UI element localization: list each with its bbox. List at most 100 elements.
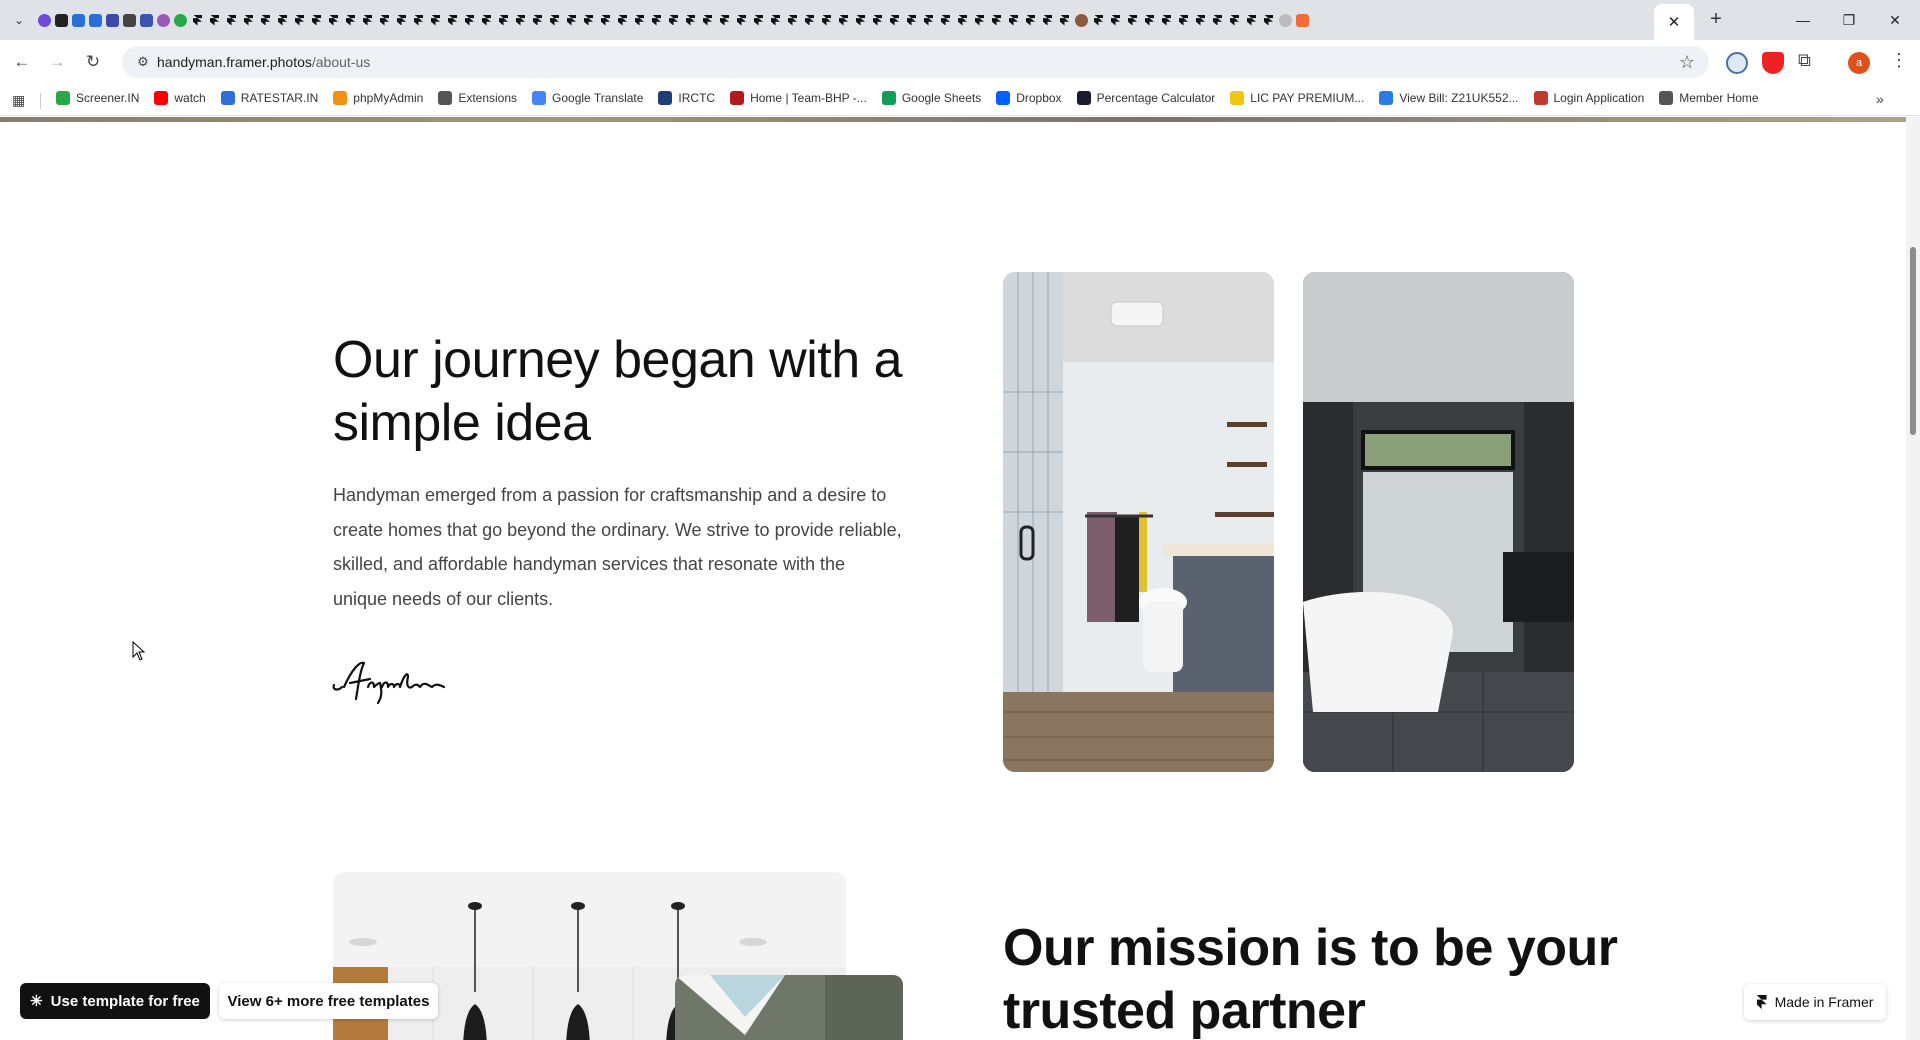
- framer-tab[interactable]: [716, 9, 733, 31]
- use-template-button[interactable]: ✳ Use template for free: [20, 983, 210, 1019]
- bookmark-item[interactable]: Dropbox: [996, 91, 1062, 105]
- framer-tab[interactable]: [852, 9, 869, 31]
- framer-tab[interactable]: [427, 9, 444, 31]
- framer-tab[interactable]: [937, 9, 954, 31]
- tab-favicon[interactable]: [36, 9, 53, 31]
- new-tab-button[interactable]: +: [1704, 8, 1728, 32]
- framer-tab[interactable]: [1158, 9, 1175, 31]
- tab-favicon[interactable]: [53, 9, 70, 31]
- framer-tab[interactable]: [563, 9, 580, 31]
- globe-tab[interactable]: [1277, 9, 1294, 31]
- framer-tab[interactable]: [1209, 9, 1226, 31]
- restore-button[interactable]: ❐: [1826, 8, 1872, 32]
- framer-tab[interactable]: [444, 9, 461, 31]
- tab-favicon[interactable]: [155, 9, 172, 31]
- framer-tab[interactable]: [1022, 9, 1039, 31]
- bookmark-item[interactable]: Google Translate: [532, 91, 643, 105]
- tab-favicon[interactable]: [1294, 9, 1311, 31]
- made-in-framer-badge[interactable]: Made in Framer: [1744, 984, 1886, 1020]
- framer-tab[interactable]: [954, 9, 971, 31]
- framer-tab[interactable]: [648, 9, 665, 31]
- bookmark-item[interactable]: Percentage Calculator: [1076, 91, 1215, 105]
- framer-tab[interactable]: [189, 9, 206, 31]
- framer-tab[interactable]: [733, 9, 750, 31]
- forward-icon[interactable]: →: [45, 50, 69, 74]
- bookmark-item[interactable]: Home | Team-BHP -...: [730, 91, 867, 105]
- framer-tab[interactable]: [308, 9, 325, 31]
- bookmark-item[interactable]: watch: [154, 91, 206, 105]
- bookmark-item[interactable]: Login Application: [1533, 91, 1644, 105]
- framer-tab[interactable]: [597, 9, 614, 31]
- framer-tab[interactable]: [580, 9, 597, 31]
- framer-tab[interactable]: [886, 9, 903, 31]
- framer-tab[interactable]: [291, 9, 308, 31]
- framer-tab[interactable]: [495, 9, 512, 31]
- tab-favicon[interactable]: [172, 9, 189, 31]
- framer-tab[interactable]: [920, 9, 937, 31]
- framer-tab[interactable]: [1039, 9, 1056, 31]
- framer-tab[interactable]: [869, 9, 886, 31]
- apps-grid-icon[interactable]: ▦: [12, 92, 28, 108]
- framer-tab[interactable]: [1005, 9, 1022, 31]
- profile-avatar[interactable]: a: [1848, 52, 1870, 74]
- tab-search-icon[interactable]: ⌄: [8, 10, 30, 30]
- close-tab-icon[interactable]: ✕: [1668, 13, 1681, 31]
- framer-tab[interactable]: [376, 9, 393, 31]
- framer-tab[interactable]: [240, 9, 257, 31]
- bookmark-item[interactable]: IRCTC: [658, 91, 715, 105]
- bookmark-star-icon[interactable]: ☆: [1679, 52, 1695, 73]
- framer-tab[interactable]: [325, 9, 342, 31]
- framer-tab[interactable]: [1056, 9, 1073, 31]
- bookmark-item[interactable]: Screener.IN: [56, 91, 139, 105]
- framer-tab[interactable]: [631, 9, 648, 31]
- minimize-button[interactable]: —: [1780, 8, 1826, 32]
- framer-tab[interactable]: [1090, 9, 1107, 31]
- framer-tab[interactable]: [1107, 9, 1124, 31]
- framer-tab[interactable]: [903, 9, 920, 31]
- close-window-button[interactable]: ✕: [1872, 8, 1918, 32]
- bookmark-item[interactable]: phpMyAdmin: [333, 91, 423, 105]
- framer-tab[interactable]: [546, 9, 563, 31]
- active-tab[interactable]: ✕: [1654, 4, 1694, 40]
- bookmark-item[interactable]: RATESTAR.IN: [220, 91, 318, 105]
- framer-tab[interactable]: [223, 9, 240, 31]
- address-bar[interactable]: ⚙ handyman.framer.photos/about-us ☆: [122, 46, 1709, 78]
- framer-tab[interactable]: [461, 9, 478, 31]
- framer-tab[interactable]: [478, 9, 495, 31]
- framer-tab[interactable]: [750, 9, 767, 31]
- framer-tab[interactable]: [1243, 9, 1260, 31]
- framer-tab[interactable]: [1226, 9, 1243, 31]
- framer-tab[interactable]: [257, 9, 274, 31]
- framer-tab[interactable]: [665, 9, 682, 31]
- reload-icon[interactable]: ↻: [81, 50, 105, 74]
- tab-favicon[interactable]: [121, 9, 138, 31]
- framer-tab[interactable]: [784, 9, 801, 31]
- framer-tab[interactable]: [206, 9, 223, 31]
- framer-tab[interactable]: [699, 9, 716, 31]
- framer-tab[interactable]: [1124, 9, 1141, 31]
- framer-tab[interactable]: [835, 9, 852, 31]
- avatar-tab[interactable]: [1073, 9, 1090, 31]
- bookmark-item[interactable]: Google Sheets: [881, 91, 981, 105]
- framer-tab[interactable]: [682, 9, 699, 31]
- framer-tab[interactable]: [767, 9, 784, 31]
- tab-favicon[interactable]: [104, 9, 121, 31]
- framer-tab[interactable]: [971, 9, 988, 31]
- more-bookmarks-icon[interactable]: »: [1876, 91, 1884, 107]
- framer-tab[interactable]: [529, 9, 546, 31]
- scrollbar-thumb[interactable]: [1910, 247, 1916, 435]
- framer-tab[interactable]: [393, 9, 410, 31]
- tab-favicon[interactable]: [70, 9, 87, 31]
- bookmark-item[interactable]: Member Home: [1659, 91, 1759, 105]
- tab-favicon[interactable]: [138, 9, 155, 31]
- framer-tab[interactable]: [1175, 9, 1192, 31]
- framer-tab[interactable]: [342, 9, 359, 31]
- framer-tab[interactable]: [274, 9, 291, 31]
- framer-tab[interactable]: [818, 9, 835, 31]
- extension-icon[interactable]: [1726, 52, 1748, 74]
- framer-tab[interactable]: [410, 9, 427, 31]
- tab-favicon[interactable]: [87, 9, 104, 31]
- framer-tab[interactable]: [801, 9, 818, 31]
- url-text[interactable]: handyman.framer.photos/about-us: [157, 54, 370, 70]
- framer-tab[interactable]: [359, 9, 376, 31]
